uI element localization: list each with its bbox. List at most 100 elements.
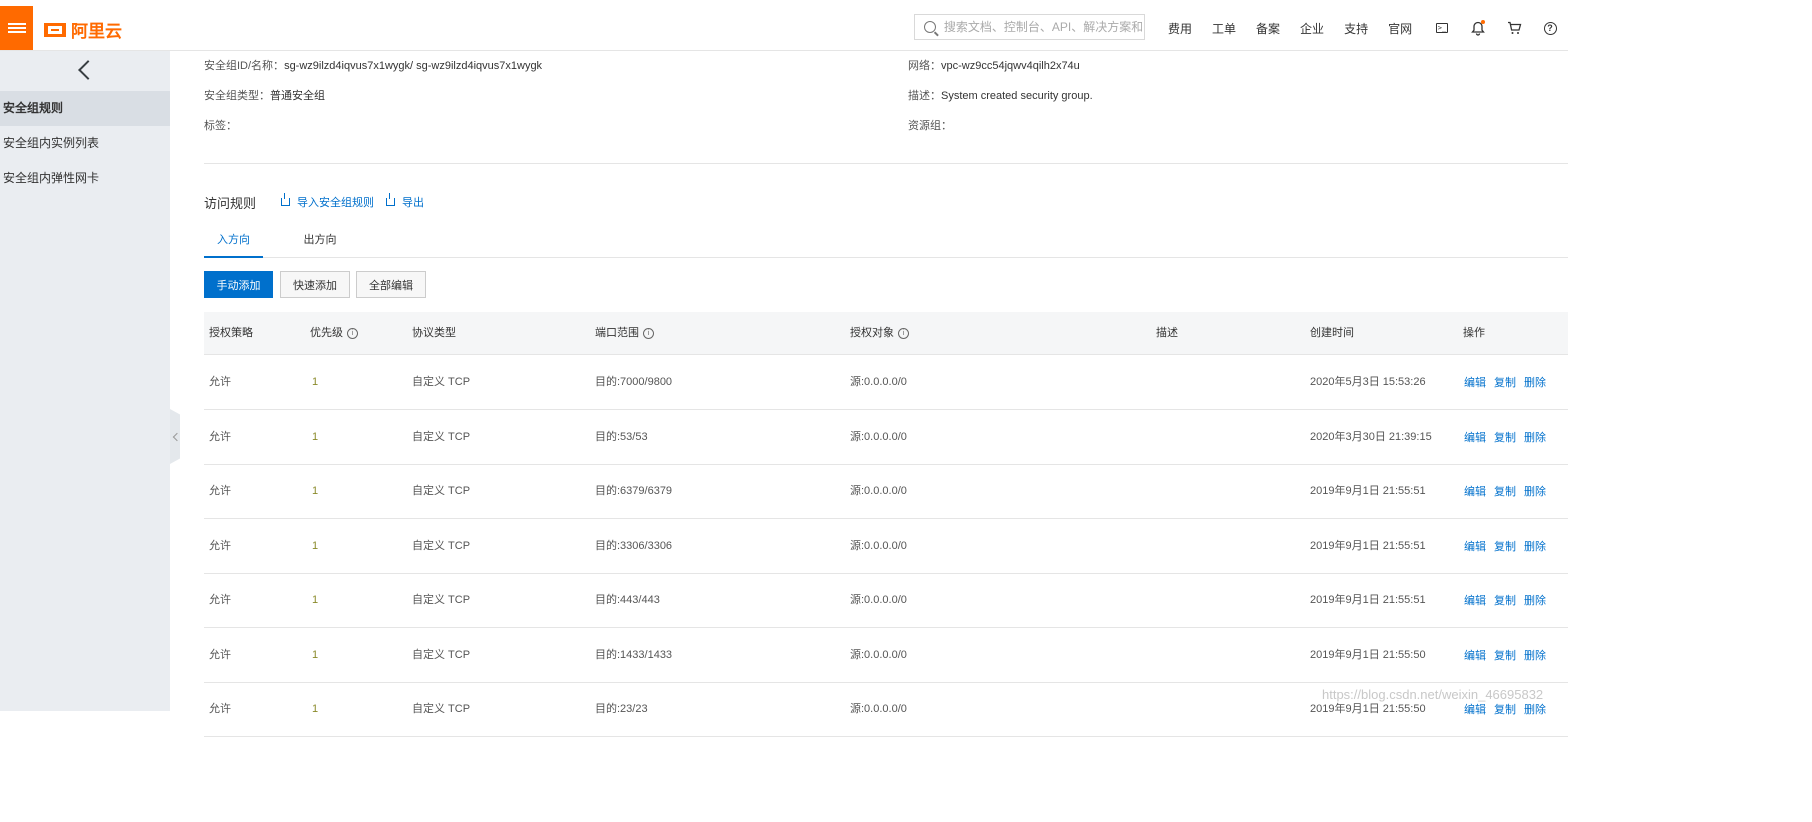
cell-port-range: 目的:6379/6379 [595,485,673,497]
edit-rule-link[interactable]: 编辑 [1464,429,1486,445]
cell-created-time: 2019年9月1日 21:55:51 [1310,594,1426,606]
delete-rule-link[interactable]: 删除 [1524,374,1546,390]
delete-rule-link[interactable]: 删除 [1524,701,1546,717]
sidebar-item-instances[interactable]: 安全组内实例列表 [0,126,170,161]
cell-policy: 允许 [209,703,231,715]
cell-created-time: 2019年9月1日 21:55:51 [1310,539,1426,552]
edit-rule-link[interactable]: 编辑 [1464,592,1486,608]
copy-rule-link[interactable]: 复制 [1494,647,1516,663]
copy-rule-link[interactable]: 复制 [1494,483,1516,499]
cell-port-range: 目的:3306/3306 [595,539,673,552]
table-row: 允许 1 自定义 TCP 目的:53/53 源:0.0.0.0/0 2020年3月30日 … [204,410,1568,465]
copy-rule-link[interactable]: 复制 [1494,429,1516,445]
menu-icon[interactable] [0,6,33,50]
chevron-left-icon [172,432,180,441]
cart-icon[interactable] [1496,6,1532,50]
bell-icon[interactable] [1460,6,1496,50]
cell-auth-object: 源:0.0.0.0/0 [850,376,907,388]
cell-port-range: 目的:1433/1433 [595,648,673,661]
row-actions: 编辑 复制 删除 [1464,464,1554,518]
edit-rule-link[interactable]: 编辑 [1464,538,1486,554]
rules-section-title: 访问规则 [204,196,257,211]
aliyun-logo-icon [44,22,66,37]
cell-policy: 允许 [209,430,231,443]
cell-protocol: 自定义 TCP [412,539,471,552]
nav-support[interactable]: 支持 [1344,20,1368,37]
cell-port-range: 目的:443/443 [595,594,660,606]
info-icon[interactable]: i [898,327,909,339]
nav-fees[interactable]: 费用 [1168,20,1192,37]
cell-created-time: 2020年3月30日 21:39:15 [1310,430,1432,443]
cell-auth-object: 源:0.0.0.0/0 [850,648,907,661]
group-id-value: sg-wz9ilzd4iqvus7x1wygk/ sg-wz9ilzd4iqvu… [284,60,543,72]
col-protocol: 协议类型 [412,327,456,339]
nav-tickets[interactable]: 工单 [1212,20,1236,37]
cell-auth-object: 源:0.0.0.0/0 [850,485,907,497]
nav-icp[interactable]: 备案 [1256,20,1280,37]
search-box[interactable] [914,14,1145,40]
edit-rule-link[interactable]: 编辑 [1464,374,1486,390]
nav-enterprise[interactable]: 企业 [1300,20,1324,37]
row-actions: 编辑 复制 删除 [1464,573,1554,627]
back-button[interactable] [0,51,170,89]
tab-outbound[interactable]: 出方向 [290,228,350,256]
rules-table-header: 授权策略 优先级 i 协议类型 端口范围 i 授权对象 i 描述 创建时间 操作 [204,312,1568,355]
terminal-icon[interactable]: >_ [1424,6,1460,50]
nav-official-site[interactable]: 官网 [1388,20,1412,37]
col-port-range: 端口范围 i [595,312,654,354]
edit-all-button[interactable]: 全部编辑 [356,271,426,298]
sidebar: 安全组规则 安全组内实例列表 安全组内弹性网卡 [0,51,170,711]
tab-inbound[interactable]: 入方向 [204,228,263,258]
delete-rule-link[interactable]: 删除 [1524,429,1546,445]
copy-rule-link[interactable]: 复制 [1494,701,1516,717]
notification-dot [1481,20,1485,24]
cell-auth-object: 源:0.0.0.0/0 [850,703,907,715]
edit-rule-link[interactable]: 编辑 [1464,483,1486,499]
quick-add-button[interactable]: 快速添加 [280,271,350,298]
delete-rule-link[interactable]: 删除 [1524,483,1546,499]
cell-port-range: 目的:7000/9800 [595,376,673,388]
search-icon [924,21,936,33]
manual-add-button[interactable]: 手动添加 [204,271,273,298]
description-value: System created security group. [941,90,1093,102]
cell-auth-object: 源:0.0.0.0/0 [850,594,907,606]
cell-policy: 允许 [209,594,231,606]
edit-rule-link[interactable]: 编辑 [1464,701,1486,717]
info-icon[interactable]: i [643,327,654,339]
export-icon [386,193,395,206]
cell-port-range: 目的:53/53 [595,430,648,443]
info-icon[interactable]: i [347,327,358,339]
cell-priority: 1 [312,539,319,552]
cell-priority: 1 [312,648,319,661]
description-field: 描述：System created security group. [908,90,1093,102]
table-row: 允许 1 自定义 TCP 目的:7000/9800 源:0.0.0.0/0 2020年5月… [204,355,1568,410]
cell-auth-object: 源:0.0.0.0/0 [850,430,907,443]
copy-rule-link[interactable]: 复制 [1494,538,1516,554]
group-id-field: 安全组ID/名称：sg-wz9ilzd4iqvus7x1wygk/ sg-wz9… [204,60,543,72]
cell-protocol: 自定义 TCP [412,376,471,388]
search-input[interactable] [941,19,1144,35]
import-rules-link[interactable]: 导入安全组规则 [281,193,374,210]
sidebar-item-enis[interactable]: 安全组内弹性网卡 [0,161,170,196]
cell-priority: 1 [312,485,319,497]
cell-auth-object: 源:0.0.0.0/0 [850,539,907,552]
group-type-field: 安全组类型：普通安全组 [204,90,325,102]
copy-rule-link[interactable]: 复制 [1494,374,1516,390]
table-row: 允许 1 自定义 TCP 目的:6379/6379 源:0.0.0.0/0 2019年9月… [204,464,1568,519]
chevron-left-icon [78,60,98,80]
brand-logo[interactable]: 阿里云 [44,17,122,42]
cell-port-range: 目的:23/23 [595,703,648,715]
help-icon[interactable]: ? [1532,6,1568,50]
delete-rule-link[interactable]: 删除 [1524,592,1546,608]
export-link[interactable]: 导出 [386,193,424,210]
sidebar-item-rules[interactable]: 安全组规则 [0,91,170,126]
delete-rule-link[interactable]: 删除 [1524,647,1546,663]
col-actions: 操作 [1463,327,1485,339]
cell-created-time: 2020年5月3日 15:53:26 [1310,376,1426,388]
delete-rule-link[interactable]: 删除 [1524,538,1546,554]
row-actions: 编辑 复制 删除 [1464,519,1554,573]
col-policy: 授权策略 [209,327,253,339]
copy-rule-link[interactable]: 复制 [1494,592,1516,608]
edit-rule-link[interactable]: 编辑 [1464,647,1486,663]
sidebar-collapse-handle[interactable] [170,409,180,464]
